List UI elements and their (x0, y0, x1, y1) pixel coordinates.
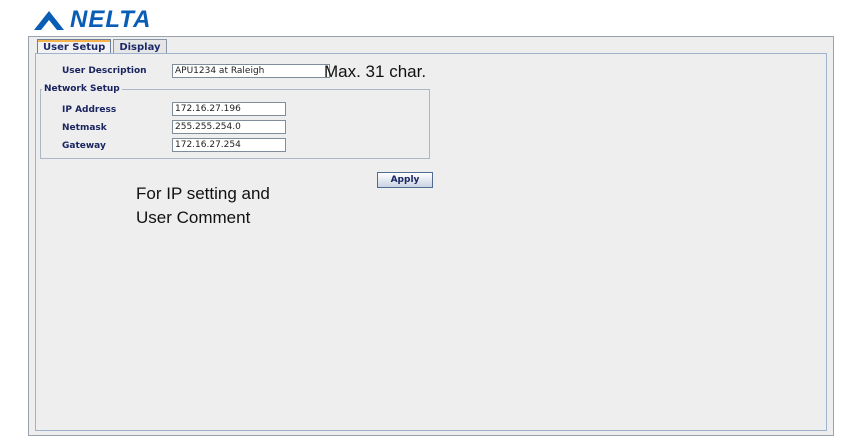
gateway-label: Gateway (62, 141, 106, 151)
max-chars-annotation: Max. 31 char. (324, 62, 427, 81)
ip-address-field[interactable]: 172.16.27.196 (172, 102, 286, 116)
annotation-line-2: User Comment (136, 208, 251, 227)
network-setup-title: Network Setup (42, 84, 122, 94)
user-description-field[interactable]: APU1234 at Raleigh (172, 64, 330, 78)
user-description-label: User Description (62, 66, 147, 76)
gateway-field[interactable]: 172.16.27.254 (172, 138, 286, 152)
ip-address-label: IP Address (62, 105, 117, 115)
netmask-label: Netmask (62, 123, 107, 133)
netmask-field[interactable]: 255.255.254.0 (172, 120, 286, 134)
delta-logo: NELTA (32, 6, 151, 34)
annotation-line-1: For IP setting and (136, 184, 270, 203)
apply-button[interactable]: Apply (377, 172, 433, 188)
delta-triangle-icon (34, 11, 64, 30)
brand-name: NELTA (70, 6, 152, 33)
